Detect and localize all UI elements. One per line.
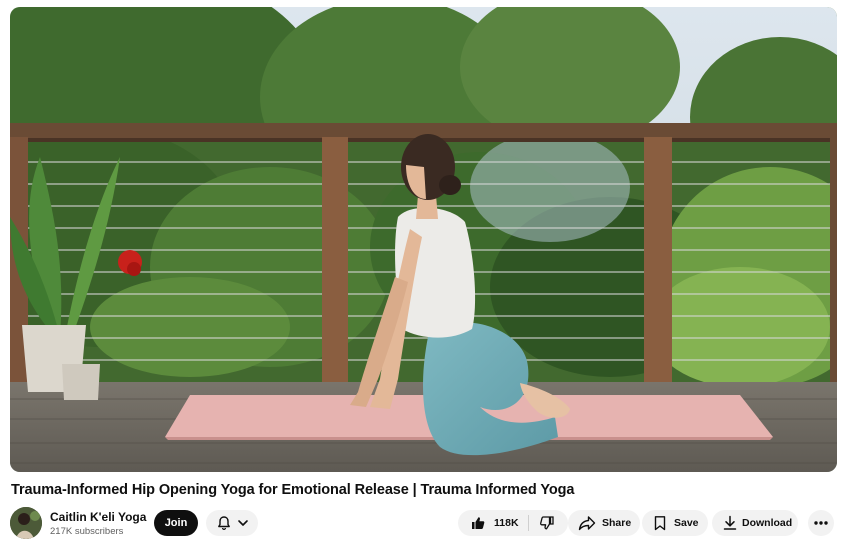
subscriber-count: 217K subscribers: [50, 526, 124, 537]
share-button[interactable]: Share: [568, 510, 640, 536]
thumbs-down-icon: [540, 516, 554, 530]
video-title: Trauma-Informed Hip Opening Yoga for Emo…: [11, 482, 575, 498]
like-dislike-group: 118K: [458, 510, 568, 536]
notifications-button[interactable]: [206, 510, 258, 536]
join-button[interactable]: Join: [154, 510, 198, 536]
thumbs-up-icon: [472, 517, 485, 529]
channel-avatar[interactable]: [10, 507, 42, 539]
download-button[interactable]: Download: [712, 510, 798, 536]
more-horizontal-icon: [814, 521, 828, 525]
bookmark-icon: [654, 516, 666, 531]
share-label: Share: [602, 517, 632, 529]
more-actions-button[interactable]: [808, 510, 834, 536]
video-frame-image: [10, 7, 837, 472]
bell-icon: [218, 516, 230, 531]
download-label: Download: [742, 517, 793, 529]
like-button[interactable]: 118K: [458, 510, 528, 536]
save-button[interactable]: Save: [642, 510, 708, 536]
like-count: 118K: [494, 517, 519, 529]
chevron-down-icon: [238, 520, 248, 526]
share-arrow-icon: [578, 516, 596, 531]
video-actions-row: Caitlin K'eli Yoga 217K subscribers Join…: [10, 506, 836, 540]
avatar-image: [10, 507, 42, 539]
save-label: Save: [674, 517, 699, 529]
video-player[interactable]: [10, 7, 837, 472]
dislike-button[interactable]: [529, 510, 568, 536]
download-icon: [723, 515, 737, 530]
channel-name[interactable]: Caitlin K'eli Yoga: [50, 510, 146, 524]
